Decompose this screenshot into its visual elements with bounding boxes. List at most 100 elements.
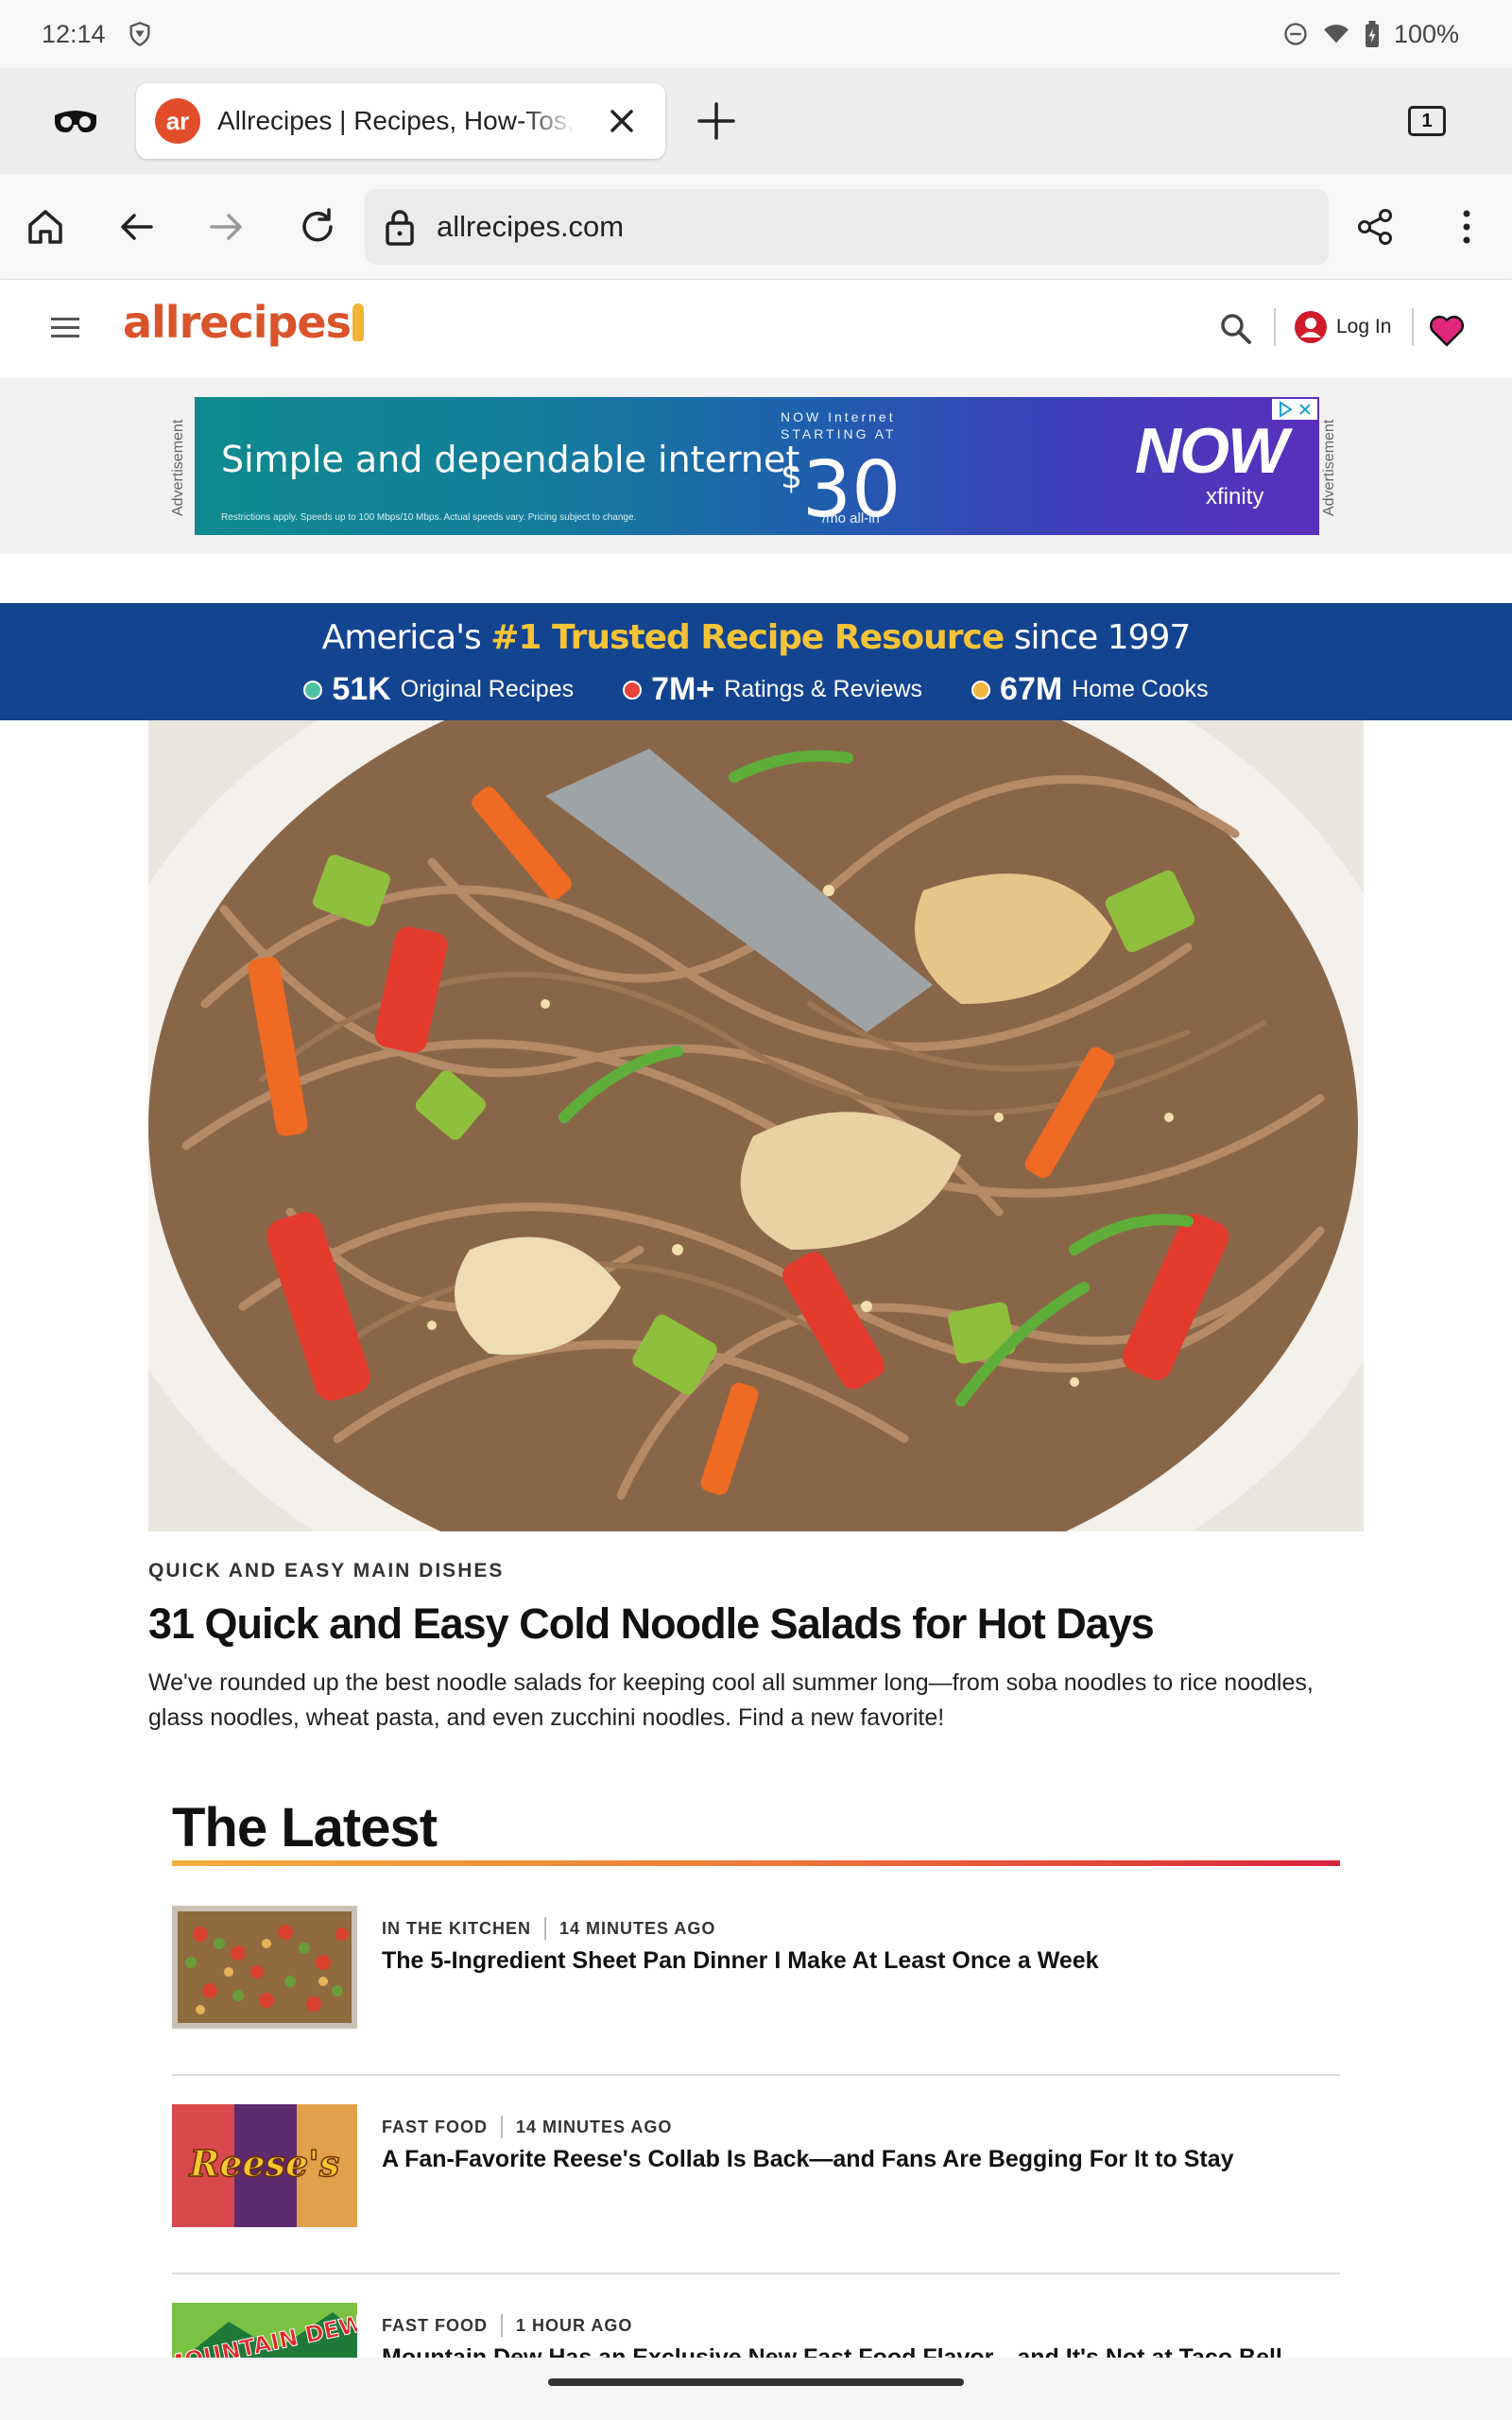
stat-ratings: 7M+ Ratings & Reviews (623, 671, 922, 708)
list-divider (172, 2074, 1340, 2076)
trust-stats: 51K Original Recipes 7M+ Ratings & Reviews… (0, 671, 1512, 708)
stat-cooks: 67M Home Cooks (971, 671, 1209, 708)
login-button[interactable]: Log In (1295, 308, 1391, 346)
article-category[interactable]: FAST FOOD (382, 2118, 488, 2137)
meta-separator (501, 2116, 503, 2138)
stat-label: Ratings & Reviews (724, 676, 923, 702)
url-text: allrecipes.com (437, 210, 625, 243)
share-icon[interactable] (1353, 204, 1399, 250)
stat-recipes: 51K Original Recipes (303, 671, 574, 708)
status-bar: 12:14 100% (0, 0, 1512, 68)
ad-price-symbol: $ (781, 458, 802, 496)
trust-suffix: since 1997 (1004, 618, 1192, 657)
latest-heading: The Latest (172, 1797, 438, 1858)
vpn-shield-icon (129, 22, 150, 46)
ad-sub-brand: xfinity (1206, 484, 1264, 510)
article-title[interactable]: A Fan-Favorite Reese's Collab Is Back—an… (382, 2146, 1234, 2173)
stat-label: Home Cooks (1072, 676, 1209, 702)
ad-choices[interactable] (1272, 399, 1317, 420)
article-time: 14 MINUTES AGO (516, 2117, 673, 2136)
user-avatar-icon (1295, 311, 1327, 343)
ad-label-right: Advertisement (1321, 419, 1337, 517)
article-title[interactable]: The 5-Ingredient Sheet Pan Dinner I Make… (382, 1947, 1099, 1975)
article-thumbnail[interactable]: Reese's (172, 2104, 357, 2227)
lock-icon[interactable] (384, 208, 416, 246)
list-divider (172, 2273, 1340, 2274)
stat-label: Original Recipes (400, 676, 575, 702)
hero-category[interactable]: QUICK AND EASY MAIN DISHES (148, 1560, 504, 1582)
tab-title: Allrecipes | Recipes, How-Tos, (217, 106, 575, 135)
tab-strip: ar Allrecipes | Recipes, How-Tos, 1 (0, 68, 1512, 174)
article-category[interactable]: FAST FOOD (382, 2316, 488, 2336)
login-label: Log In (1336, 316, 1392, 337)
home-indicator[interactable] (548, 2378, 964, 2386)
browser-tab[interactable]: ar Allrecipes | Recipes, How-Tos, (136, 83, 665, 159)
trust-prefix: America's (321, 618, 491, 657)
allrecipes-favicon-icon: ar (155, 98, 200, 144)
incognito-icon[interactable] (53, 102, 98, 140)
more-menu-icon[interactable] (1444, 204, 1489, 250)
trust-highlight: #1 Trusted Recipe Resource (490, 618, 1005, 657)
new-tab-icon[interactable] (696, 100, 737, 142)
stat-number: 7M+ (651, 671, 715, 707)
hamburger-menu-icon[interactable] (51, 316, 83, 340)
close-tab-icon[interactable] (601, 100, 643, 142)
reload-icon[interactable] (295, 204, 340, 250)
battery-icon (1365, 21, 1379, 47)
list-item[interactable]: Reese's FAST FOOD 14 MINUTES AGO A Fan-Fa… (172, 2104, 1340, 2274)
ad-headline: Simple and dependable internet (221, 439, 800, 480)
hero-title[interactable]: 31 Quick and Easy Cold Noodle Salads for… (148, 1599, 1155, 1649)
article-time: 14 MINUTES AGO (559, 1918, 716, 1938)
meta-separator (544, 1917, 546, 1940)
stat-dot (623, 680, 643, 700)
stat-number: 67M (1000, 671, 1063, 707)
favorites-heart-icon[interactable] (1429, 314, 1465, 348)
home-icon[interactable] (23, 204, 68, 250)
search-icon[interactable] (1219, 312, 1253, 346)
site-header: allrecipes Log In (0, 280, 1512, 378)
article-category[interactable]: IN THE KITCHEN (382, 1919, 531, 1939)
meta-separator (501, 2314, 503, 2337)
ad-area: Advertisement Simple and dependable inte… (0, 378, 1512, 554)
wifi-icon (1324, 25, 1349, 43)
trust-title: America's #1 Trusted Recipe Resource sin… (0, 618, 1512, 657)
status-time: 12:14 (42, 19, 106, 48)
reeses-image: Reese's (172, 2104, 357, 2227)
do-not-disturb-icon (1284, 23, 1307, 45)
browser-toolbar: allrecipes.com (0, 174, 1512, 280)
article-meta: FAST FOOD 14 MINUTES AGO (382, 2116, 672, 2138)
article-meta: FAST FOOD 1 HOUR AGO (382, 2314, 632, 2337)
header-divider (1412, 308, 1414, 346)
logo-text: allrecipes (123, 297, 352, 348)
ad-banner[interactable]: Simple and dependable internet Restricti… (195, 397, 1319, 535)
ad-brand: NOW (1135, 415, 1288, 487)
allrecipes-logo[interactable]: allrecipes (123, 297, 365, 348)
stat-dot (971, 680, 991, 700)
forward-arrow-icon[interactable] (204, 204, 249, 250)
hero-description: We've rounded up the best noodle salads … (148, 1669, 1314, 1731)
logo-spoon-mark (352, 303, 365, 341)
tab-switcher-button[interactable]: 1 (1408, 106, 1446, 136)
navigation-bar (0, 2358, 1512, 2420)
sheet-pan-image (172, 1906, 357, 2029)
ad-close-icon[interactable] (1297, 402, 1313, 417)
back-arrow-icon[interactable] (113, 204, 159, 250)
hero-image[interactable] (148, 720, 1364, 1531)
ad-offer-line1: NOW Internet (781, 409, 896, 424)
trust-banner: America's #1 Trusted Recipe Resource sin… (0, 603, 1512, 720)
adchoices-icon[interactable] (1277, 401, 1294, 418)
article-thumbnail[interactable] (172, 1906, 357, 2029)
article-meta: IN THE KITCHEN 14 MINUTES AGO (382, 1917, 715, 1940)
address-bar[interactable]: allrecipes.com (365, 189, 1329, 265)
reeses-thumb-text: Reese's (189, 2142, 340, 2185)
ad-fine-print: Restrictions apply. Speeds up to 100 Mbp… (221, 512, 637, 523)
ad-price-unit: /mo all-in (822, 510, 880, 527)
latest-rule (172, 1860, 1340, 1866)
ad-label-left: Advertisement (170, 419, 186, 517)
stat-dot (303, 680, 323, 700)
list-item[interactable]: IN THE KITCHEN 14 MINUTES AGO The 5-Ingre… (172, 1906, 1340, 2076)
noodle-salad-image (148, 720, 1364, 1531)
header-divider (1274, 308, 1276, 346)
stat-number: 51K (332, 671, 391, 707)
article-time: 1 HOUR AGO (516, 2315, 633, 2335)
